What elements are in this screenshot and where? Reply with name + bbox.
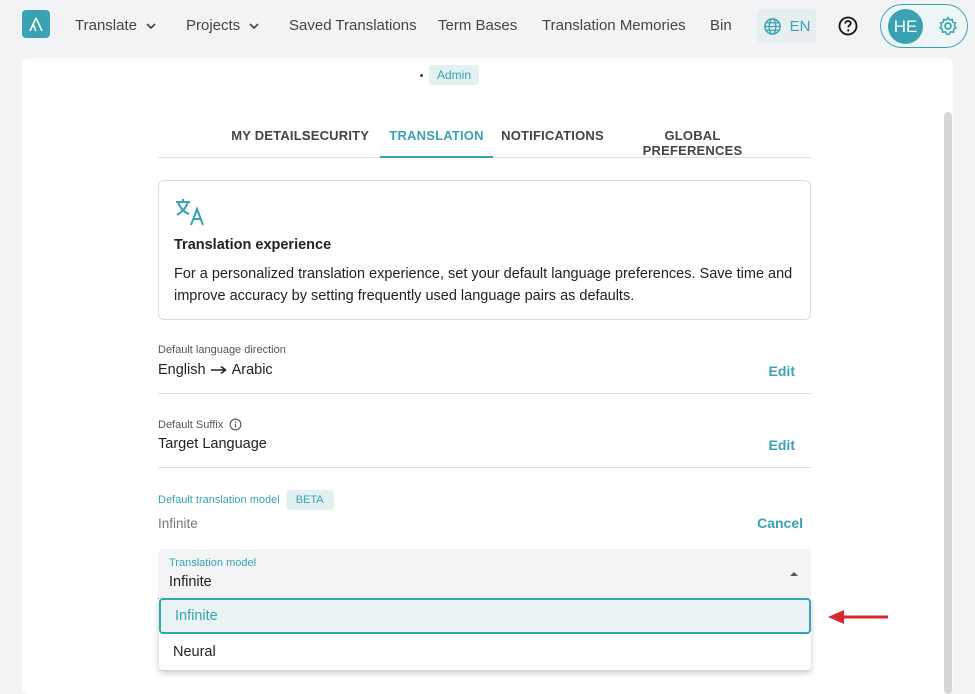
select-label: Translation model <box>169 557 257 569</box>
tab-translation[interactable]: TRANSLATION <box>380 118 493 158</box>
setting-label-text: Default translation model <box>158 494 280 506</box>
arrow-right-icon <box>210 365 227 375</box>
source-language: English <box>158 362 206 378</box>
language-code: EN <box>789 17 811 35</box>
profile-role-row: Admin <box>420 65 480 85</box>
annotation-arrow-icon <box>828 610 888 624</box>
separator-dot <box>420 73 423 77</box>
info-title: Translation experience <box>174 237 332 253</box>
settings-tabs: MY DETAILS SECURITY TRANSLATION NOTIFICA… <box>158 118 811 158</box>
nav-translate[interactable]: Translate <box>75 17 157 34</box>
caret-up-icon <box>790 572 798 576</box>
target-language: Arabic <box>231 362 273 378</box>
setting-default-suffix: Default Suffix Target Language Edit <box>158 414 811 468</box>
help-icon[interactable] <box>838 16 858 36</box>
select-value: Infinite <box>169 574 212 590</box>
tab-notifications[interactable]: NOTIFICATIONS <box>495 118 610 158</box>
translation-model-select[interactable]: Translation model Infinite <box>158 549 811 599</box>
user-menu[interactable]: HE <box>880 4 968 48</box>
nav-bin[interactable]: Bin <box>710 17 732 34</box>
gear-icon[interactable] <box>938 16 958 36</box>
nav-saved-translations-label: Saved Translations <box>289 17 417 34</box>
globe-icon <box>763 17 781 35</box>
option-neural[interactable]: Neural <box>159 634 811 670</box>
edit-suffix-button[interactable]: Edit <box>769 437 795 453</box>
setting-label-text: Default Suffix <box>158 418 224 431</box>
info-icon[interactable] <box>229 418 242 431</box>
info-description: For a personalized translation experienc… <box>174 266 793 304</box>
translation-experience-info: Translation experience For a personalize… <box>158 180 811 320</box>
nav-translation-memories-label: Translation Memories <box>542 17 686 34</box>
language-selector-button[interactable]: EN <box>757 9 816 43</box>
nav-translation-memories[interactable]: Translation Memories <box>542 17 686 34</box>
setting-label: Default Suffix <box>158 418 242 431</box>
role-badge: Admin <box>429 65 480 85</box>
nav-saved-translations[interactable]: Saved Translations <box>289 17 417 34</box>
translate-icon <box>176 199 204 226</box>
nav-projects-label: Projects <box>186 17 241 34</box>
setting-label: Default language direction <box>158 344 286 356</box>
app-logo[interactable] <box>22 10 50 38</box>
tab-security[interactable]: SECURITY <box>293 118 378 158</box>
avatar[interactable]: HE <box>888 9 923 44</box>
chevron-down-icon <box>146 22 156 29</box>
setting-value: Target Language <box>158 436 267 452</box>
setting-label: Default translation model BETA <box>158 490 334 510</box>
edit-language-direction-button[interactable]: Edit <box>769 363 795 379</box>
cancel-button[interactable]: Cancel <box>757 515 803 531</box>
translation-model-dropdown: Infinite Neural <box>159 598 811 670</box>
top-navigation-bar: Translate Projects Saved Translations Te… <box>0 0 975 52</box>
nav-projects[interactable]: Projects <box>186 17 260 34</box>
setting-value: Infinite <box>158 516 198 531</box>
lambda-logo-icon <box>29 17 43 32</box>
nav-term-bases-label: Term Bases <box>438 17 518 34</box>
option-infinite[interactable]: Infinite <box>159 598 811 634</box>
scrollbar[interactable] <box>944 112 952 694</box>
setting-translation-model: Default translation model BETA Infinite … <box>158 490 811 540</box>
nav-translate-label: Translate <box>75 17 137 34</box>
tab-global-preferences[interactable]: GLOBAL PREFERENCES <box>615 118 770 158</box>
nav-bin-label: Bin <box>710 17 732 34</box>
setting-language-direction: Default language direction English Arabi… <box>158 340 811 394</box>
beta-badge: BETA <box>285 490 334 510</box>
setting-value: English Arabic <box>158 362 273 378</box>
nav-term-bases[interactable]: Term Bases <box>438 17 517 34</box>
chevron-down-icon <box>249 22 259 29</box>
